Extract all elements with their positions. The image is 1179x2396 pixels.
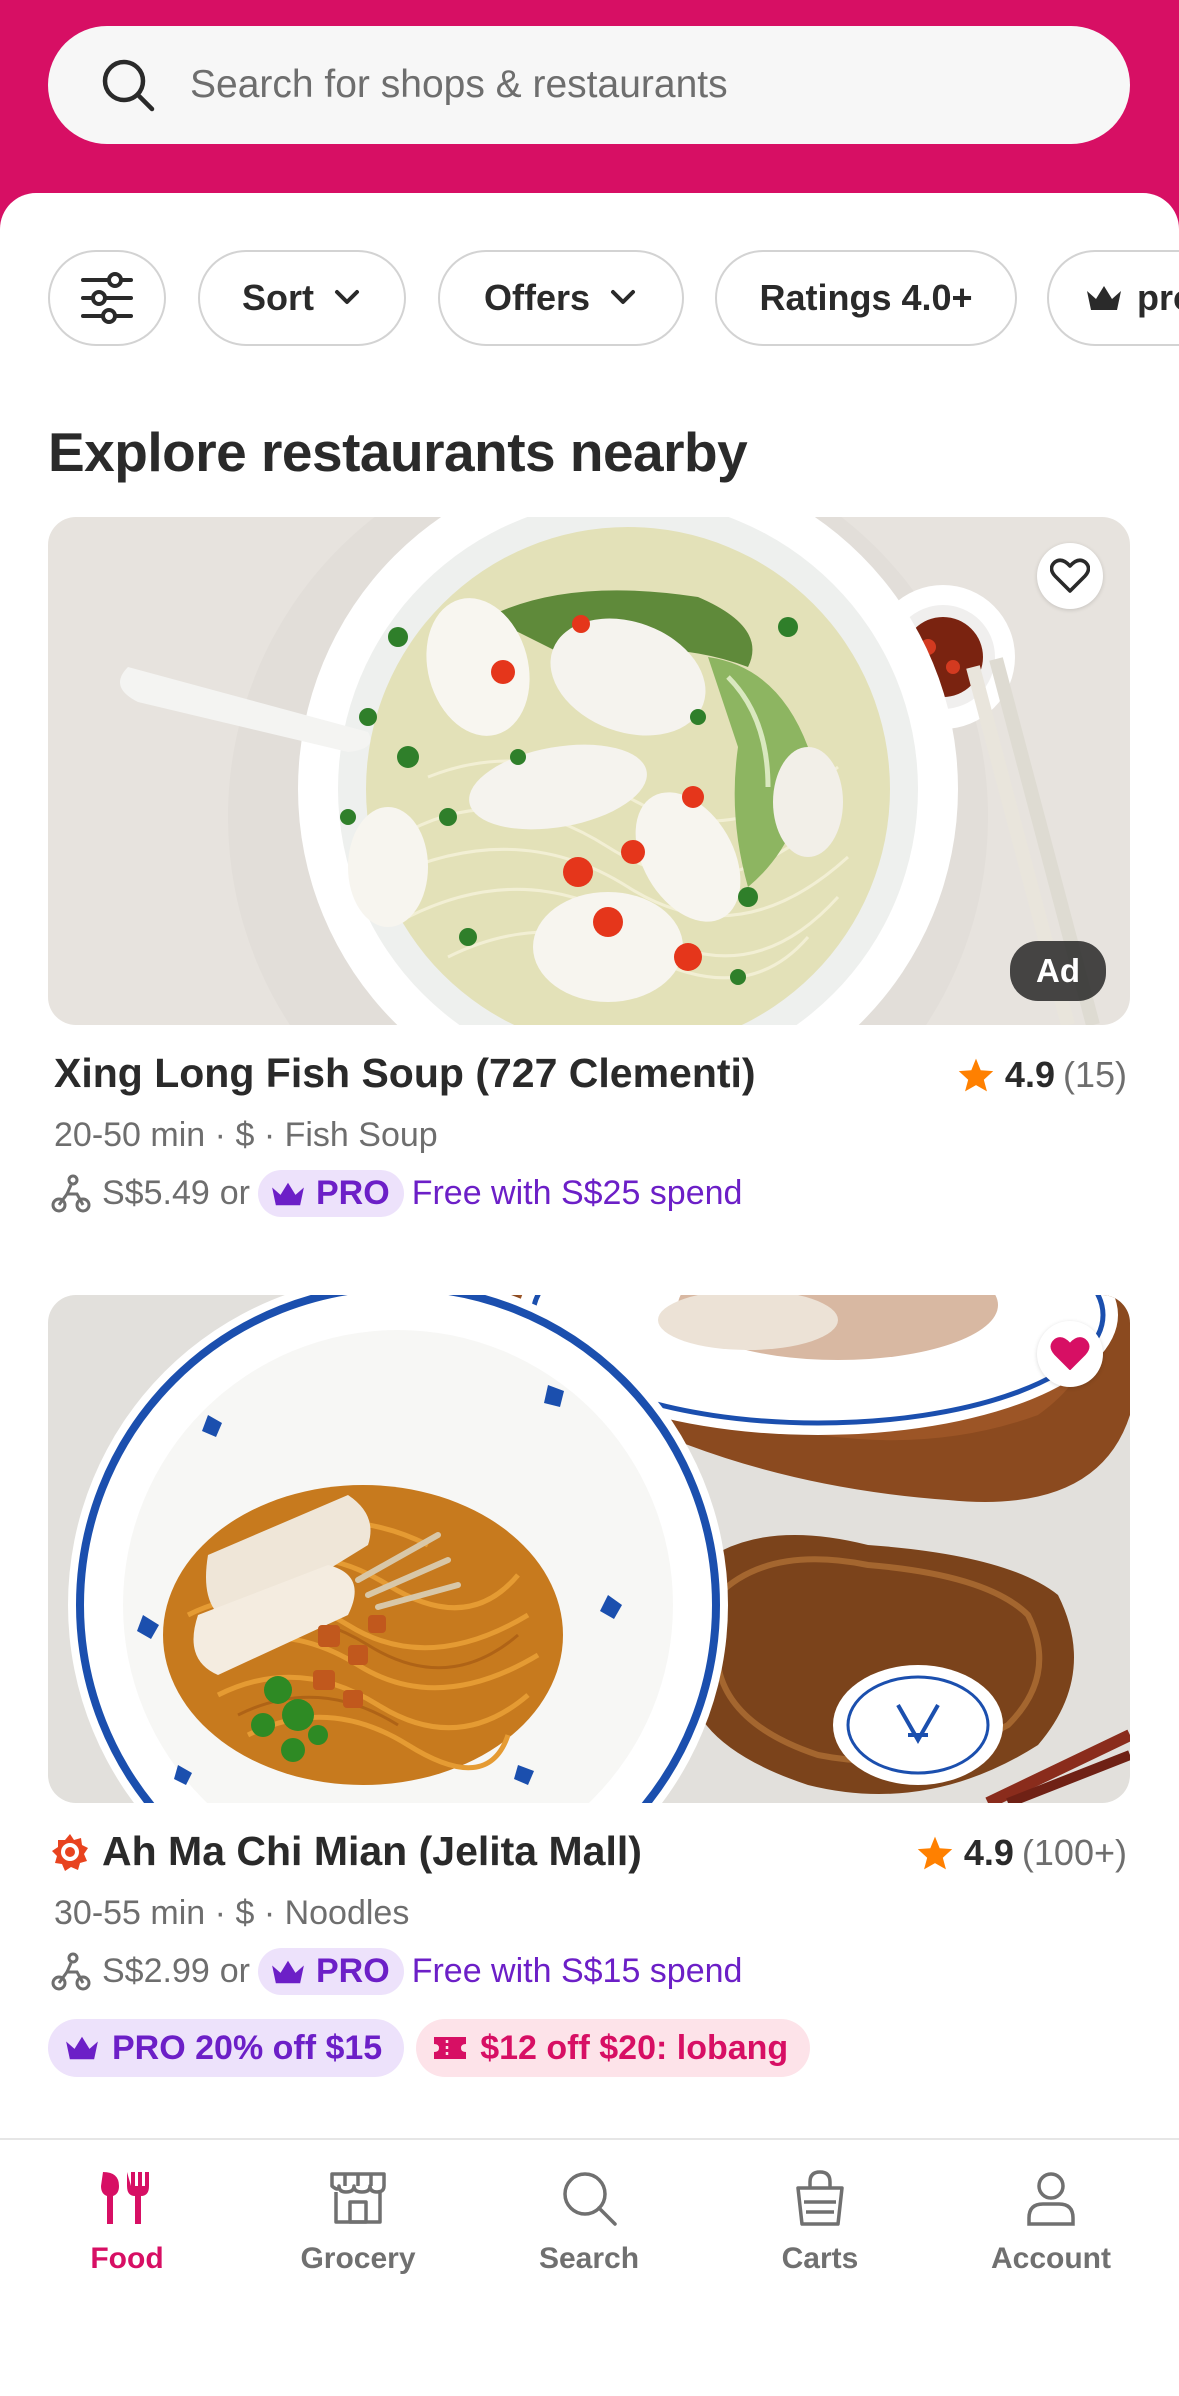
shopping-bag-icon [796, 2170, 844, 2226]
top-restaurant-badge-icon [52, 1833, 88, 1871]
nav-food[interactable]: Food [27, 2168, 227, 2276]
sort-label: Sort [242, 277, 314, 318]
nav-carts-label: Carts [781, 2242, 859, 2275]
chevron-down-icon [611, 290, 636, 304]
rating-count: (100+) [1021, 1832, 1127, 1873]
rider-icon [51, 1952, 91, 1990]
cuisine: Noodles [284, 1894, 410, 1932]
pro-badge: PRO [258, 1170, 404, 1217]
search-icon [102, 59, 155, 112]
fork-knife-icon [101, 2172, 149, 2224]
ad-badge: Ad [1010, 941, 1106, 1001]
pro-filter-label: pro [1137, 277, 1179, 318]
sliders-icon [81, 272, 133, 324]
or-text: or [219, 1952, 250, 1990]
nav-search-label: Search [538, 2242, 640, 2275]
ratings-label: Ratings 4.0+ [759, 277, 973, 318]
nav-grocery[interactable]: Grocery [258, 2168, 458, 2276]
nav-account-label: Account [991, 2242, 1111, 2275]
restaurant-name[interactable]: Xing Long Fish Soup (727 Clementi) [54, 1050, 756, 1097]
noodles-photo [48, 1295, 1130, 1803]
crown-icon [272, 1960, 304, 1983]
restaurant-meta: 30-55 min · $ · Noodles [54, 1894, 409, 1933]
fish-soup-photo [48, 517, 1130, 1025]
pro-badge: PRO [258, 1948, 404, 1995]
filter-chips: Sort Offers Ratings 4.0+ pro [48, 250, 1179, 346]
nav-search[interactable]: Search [489, 2168, 689, 2276]
restaurant-name: Ah Ma Chi Mian (Jelita Mall) [102, 1828, 642, 1874]
restaurant-rating: 4.9 (15) [957, 1054, 1127, 1096]
nav-grocery-label: Grocery [300, 2242, 416, 2275]
favorite-button[interactable] [1037, 543, 1103, 609]
price-level: $ [235, 1116, 255, 1154]
star-icon [958, 1058, 994, 1092]
filter-settings-button[interactable] [48, 250, 166, 346]
delivery-fee-row: S$5.49 or PRO Free with S$25 spend [50, 1170, 742, 1217]
nav-food-label: Food [90, 2242, 164, 2275]
pro-filter[interactable]: pro [1047, 250, 1179, 346]
pro-offer: Free with S$25 spend [411, 1174, 743, 1212]
offers-filter[interactable]: Offers [438, 250, 684, 346]
separator-dot: · [263, 1894, 276, 1932]
pro-label: PRO [316, 1952, 390, 1990]
nav-carts[interactable]: Carts [720, 2168, 920, 2276]
separator-dot: · [214, 1894, 226, 1932]
restaurant-image[interactable]: Ad [48, 517, 1130, 1025]
search-icon [563, 2172, 617, 2226]
voucher-label: $12 off $20: lobang [480, 2028, 789, 2067]
crown-icon [272, 1182, 304, 1205]
bottom-nav: Food Grocery Search Carts Account [0, 2138, 1179, 2396]
voucher-tag: $12 off $20: lobang [416, 2019, 811, 2077]
voucher-icon [434, 2037, 467, 2059]
pro-discount-label: PRO 20% off $15 [112, 2028, 383, 2067]
crown-icon [66, 2036, 98, 2060]
heart-filled-icon [1050, 1337, 1090, 1370]
delivery-fee: S$5.49 [102, 1174, 210, 1212]
search-bar[interactable] [48, 26, 1130, 144]
user-icon [1027, 2172, 1075, 2226]
restaurant-rating: 4.9 (100+) [916, 1832, 1127, 1874]
favorite-button[interactable] [1037, 1321, 1103, 1387]
section-title: Explore restaurants nearby [48, 421, 748, 483]
search-input[interactable] [190, 63, 1090, 107]
nav-account[interactable]: Account [951, 2168, 1151, 2276]
offers-label: Offers [483, 277, 591, 318]
separator-dot: · [214, 1116, 226, 1154]
delivery-fee: S$2.99 [102, 1952, 210, 1990]
sort-filter[interactable]: Sort [198, 250, 406, 346]
pro-offer: Free with S$15 spend [411, 1952, 743, 1990]
crown-icon [1087, 286, 1121, 310]
delivery-time: 20-50 min [54, 1116, 206, 1154]
delivery-time: 30-55 min [54, 1894, 206, 1932]
restaurant-name-row[interactable]: Ah Ma Chi Mian (Jelita Mall) [50, 1828, 642, 1875]
pro-discount-tag: PRO 20% off $15 [48, 2019, 405, 2077]
pro-label: PRO [316, 1174, 390, 1212]
or-text: or [219, 1174, 250, 1212]
rating-value: 4.9 [963, 1832, 1014, 1873]
heart-icon [1050, 558, 1090, 593]
restaurant-image[interactable] [48, 1295, 1130, 1803]
delivery-fee-row: S$2.99 or PRO Free with S$15 spend [50, 1948, 742, 1995]
restaurant-meta: 20-50 min · $ · Fish Soup [54, 1116, 438, 1155]
rating-count: (15) [1062, 1054, 1127, 1095]
star-icon [917, 1836, 953, 1870]
rider-icon [51, 1174, 91, 1212]
ratings-filter[interactable]: Ratings 4.0+ [715, 250, 1017, 346]
cuisine: Fish Soup [284, 1116, 438, 1154]
separator-dot: · [263, 1116, 276, 1154]
rating-value: 4.9 [1004, 1054, 1055, 1095]
store-icon [330, 2172, 386, 2224]
price-level: $ [235, 1894, 255, 1932]
chevron-down-icon [335, 290, 359, 304]
offer-tags: PRO 20% off $15 $12 off $20: lobang [48, 2019, 822, 2077]
